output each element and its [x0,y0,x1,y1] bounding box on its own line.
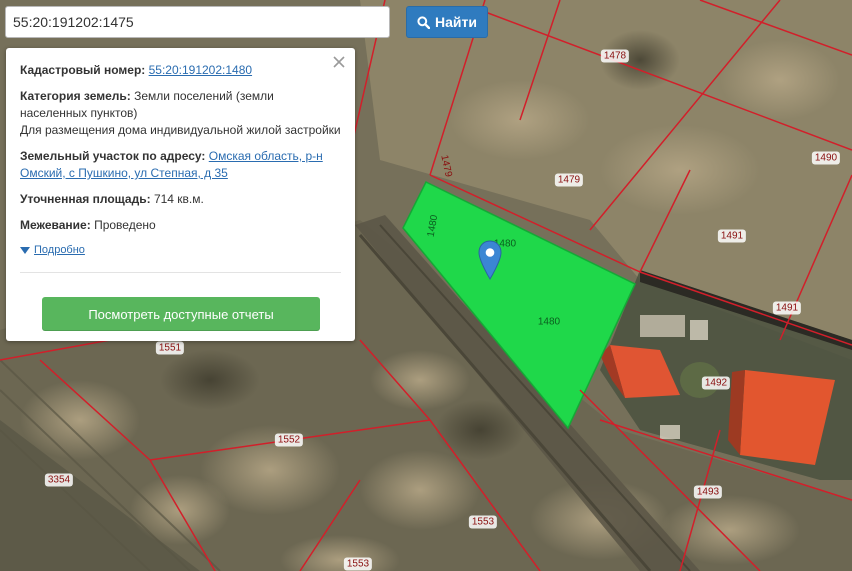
parcel-label-1551[interactable]: 1551 [155,341,185,355]
parcel-label-1491-a[interactable]: 1491 [717,229,747,243]
address-label: Земельный участок по адресу: [20,149,206,163]
popup-divider [20,272,341,273]
parcel-label-1492[interactable]: 1492 [701,376,731,390]
area-value: 714 кв.м. [153,192,204,206]
search-button-label: Найти [435,14,477,30]
parcel-label-1552[interactable]: 1552 [274,433,304,447]
category-row: Категория земель: Земли поселений (земли… [20,88,341,139]
cadastral-number-link[interactable]: 55:20:191202:1480 [149,63,252,77]
more-details-link[interactable]: Подробно [20,242,341,259]
parcel-label-1480[interactable]: 1480 [535,316,563,329]
parcel-label-1553-b[interactable]: 1553 [343,557,373,571]
parcel-label-1493[interactable]: 1493 [693,485,723,499]
parcel-info-popup: Кадастровый номер: 55:20:191202:1480 Кат… [6,48,355,341]
parcel-label-1490[interactable]: 1490 [811,151,841,165]
parcel-label-1478[interactable]: 1478 [600,49,630,63]
survey-label: Межевание: [20,218,91,232]
parcel-label-1479[interactable]: 1479 [554,173,584,187]
parcel-label-3354[interactable]: 3354 [44,473,74,487]
area-label: Уточненная площадь: [20,192,151,206]
survey-row: Межевание: Проведено [20,217,341,234]
close-icon[interactable] [331,54,347,70]
survey-value: Проведено [94,218,156,232]
address-row: Земельный участок по адресу: Омская обла… [20,148,341,182]
more-details-label: Подробно [34,244,85,256]
cadastral-label: Кадастровый номер: [20,63,146,77]
search-input[interactable] [5,6,390,38]
parcel-label-1553-a[interactable]: 1553 [468,515,498,529]
category-label: Категория земель: [20,89,131,103]
area-row: Уточненная площадь: 714 кв.м. [20,191,341,208]
search-button[interactable]: Найти [406,6,488,38]
view-reports-button[interactable]: Посмотреть доступные отчеты [42,297,320,331]
caret-down-icon [20,247,30,254]
category-usage: Для размещения дома индивидуальной жилой… [20,123,341,137]
cadastral-row: Кадастровый номер: 55:20:191202:1480 [20,62,341,79]
search-icon [417,15,431,29]
location-marker-icon[interactable] [478,240,502,280]
parcel-label-1491-b[interactable]: 1491 [772,301,802,315]
